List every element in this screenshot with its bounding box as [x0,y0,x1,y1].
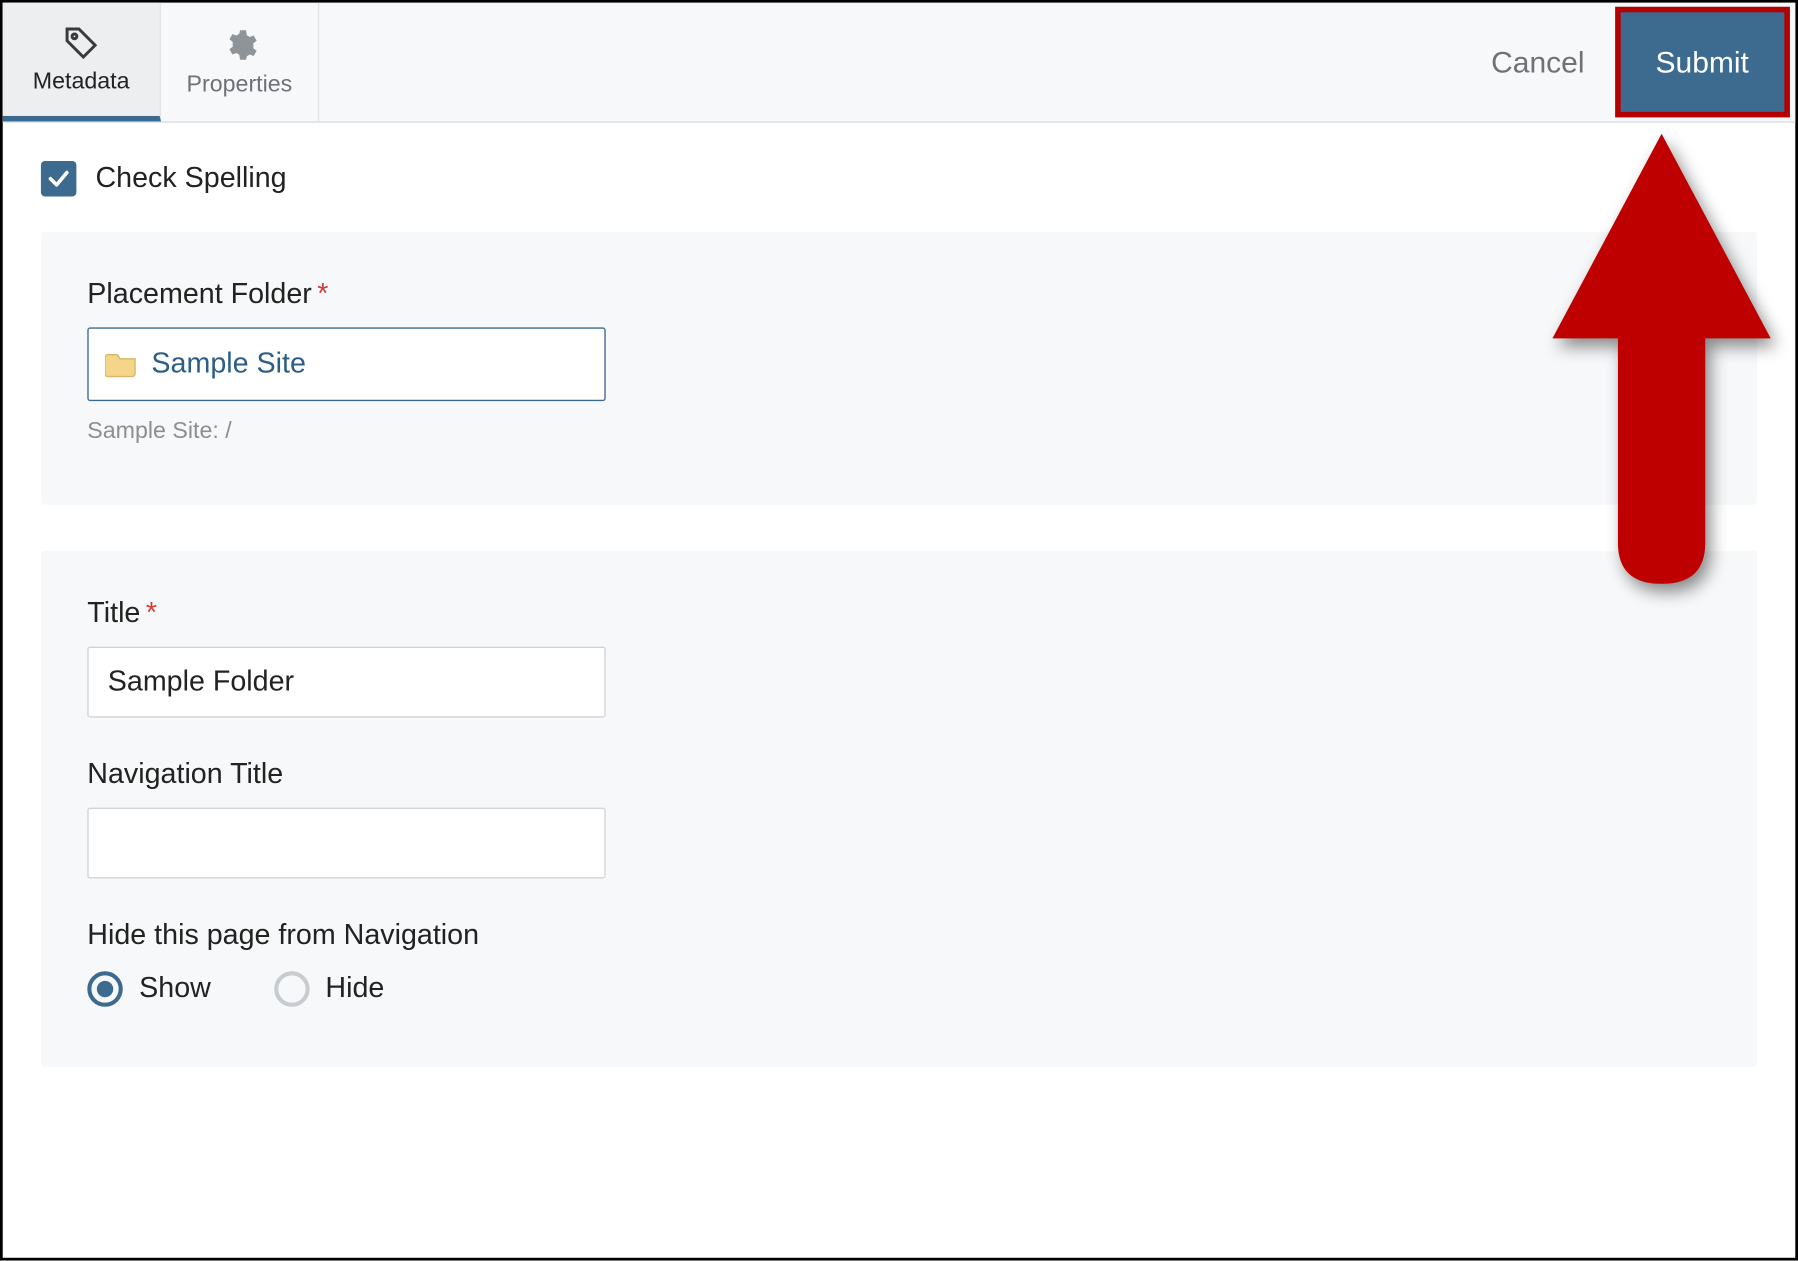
title-input[interactable] [87,647,605,718]
nav-title-input[interactable] [87,808,605,879]
placement-folder-value: Sample Site [151,348,305,381]
radio-dot-icon [274,971,309,1006]
hide-nav-label: Hide this page from Navigation [87,919,1710,952]
placement-label: Placement Folder* [87,278,1710,311]
title-label: Title* [87,598,1710,631]
tab-label: Properties [187,70,293,97]
tab-metadata[interactable]: Metadata [3,3,161,122]
folder-icon [105,351,138,378]
radio-show-label: Show [139,973,211,1006]
placement-path: Sample Site: / [87,417,1710,444]
tag-icon [63,24,98,59]
check-spelling-checkbox[interactable] [41,161,76,196]
nav-title-label: Navigation Title [87,758,1710,791]
required-asterisk: * [317,278,328,309]
radio-hide-label: Hide [325,973,384,1006]
tab-label: Metadata [33,68,130,95]
radio-show[interactable]: Show [87,971,211,1006]
gear-icon [222,27,257,62]
submit-button[interactable]: Submit [1615,7,1790,118]
radio-hide[interactable]: Hide [274,971,385,1006]
check-spelling-label: Check Spelling [95,162,286,195]
tab-bar: Metadata Properties Cancel Submit [3,3,1796,123]
cancel-button[interactable]: Cancel [1461,3,1614,122]
required-asterisk: * [146,598,157,629]
title-panel: Title* Navigation Title Hide this page f… [41,551,1757,1067]
tab-properties[interactable]: Properties [161,3,319,122]
placement-panel: Placement Folder* Sample Site Sample Sit… [41,232,1757,505]
radio-dot-icon [87,971,122,1006]
placement-folder-picker[interactable]: Sample Site [87,327,605,401]
